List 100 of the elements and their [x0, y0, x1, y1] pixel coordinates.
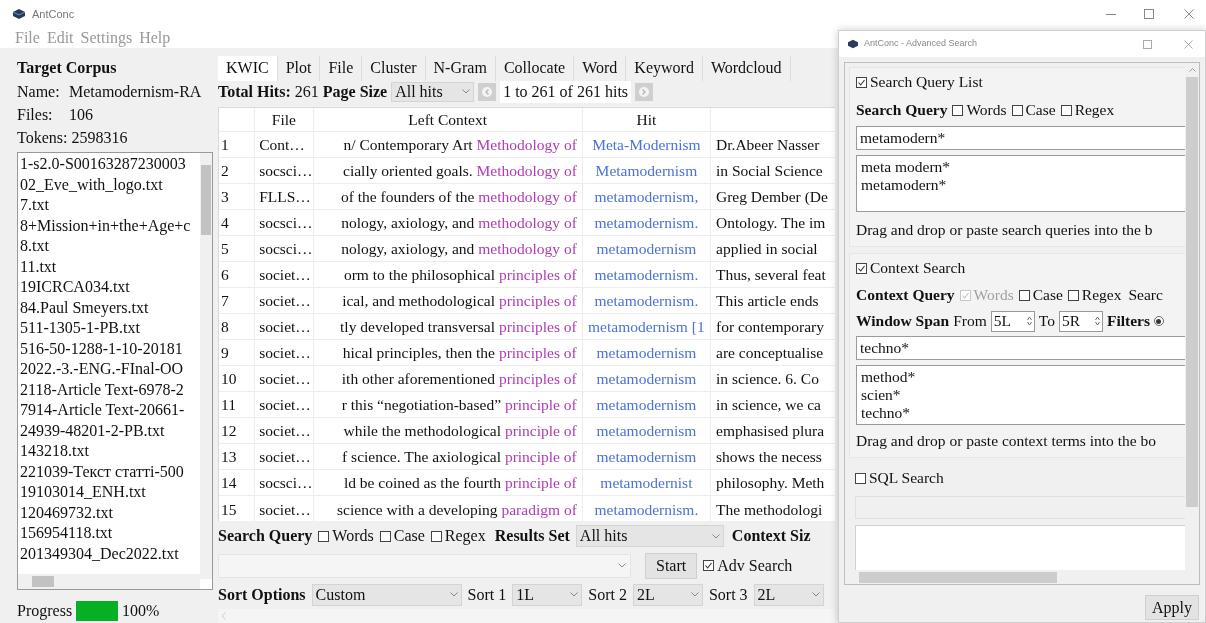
- table-cell: ith other aforementioned principles of: [313, 365, 583, 392]
- terms-list[interactable]: meta modern* metamodern*: [856, 155, 1186, 212]
- check-icon: [704, 561, 714, 571]
- sort-dropdown[interactable]: 2L: [632, 583, 703, 606]
- caret-icon: [711, 533, 720, 539]
- table-cell: societ…: [254, 287, 314, 314]
- file-list-item[interactable]: 19103014_ENH.txt: [20, 482, 198, 503]
- checkbox[interactable]: Case: [379, 524, 425, 549]
- table-cell: metamodernism.: [582, 495, 711, 522]
- list-item[interactable]: meta modern*: [861, 158, 1186, 176]
- checkbox[interactable]: Search Query List: [856, 68, 983, 96]
- file-list-item[interactable]: 1-s2.0-S00163287230003: [20, 154, 198, 175]
- spin-field[interactable]: 5R: [1058, 310, 1103, 332]
- spin-field[interactable]: 5L: [990, 310, 1035, 332]
- list-item[interactable]: techno*: [861, 404, 1186, 422]
- sort-options-dropdown[interactable]: Custom: [311, 583, 462, 606]
- file-list-item[interactable]: 120469732.txt: [20, 502, 198, 523]
- row-number: 14: [219, 469, 255, 496]
- checkbox[interactable]: Words: [952, 98, 1007, 122]
- horizontal-scrollbar[interactable]: [218, 609, 835, 623]
- start-button[interactable]: Start: [645, 552, 698, 579]
- sort-label: Sort 2: [588, 584, 627, 605]
- file-list-item[interactable]: 221039-Текст статті-500: [20, 461, 198, 482]
- file-list[interactable]: [17, 152, 213, 590]
- row-number: 2: [219, 157, 255, 184]
- table-cell: philosophy. Meth: [710, 469, 835, 496]
- file-list-item[interactable]: 201349304_Dec2022.txt: [20, 543, 198, 564]
- sort-dropdown[interactable]: 2L: [753, 583, 824, 606]
- scroll-left-icon[interactable]: [221, 612, 226, 620]
- table-cell: metamodernist: [582, 469, 711, 496]
- search-query-field[interactable]: [218, 553, 631, 578]
- file-list-item[interactable]: 156954118.txt: [20, 523, 198, 544]
- row-number: 5: [219, 235, 255, 262]
- checkbox[interactable]: Regex: [430, 524, 486, 549]
- apply-button[interactable]: Apply: [1145, 595, 1199, 620]
- checkbox[interactable]: SQL Search: [855, 464, 944, 492]
- row-number: 12: [219, 417, 255, 444]
- file-list-item[interactable]: 2118-Article Text-6978-2: [20, 379, 198, 400]
- search-query-input[interactable]: metamodern*: [856, 126, 1186, 150]
- table-cell: This article ends: [710, 287, 835, 314]
- spin-arrows-icon[interactable]: [1026, 316, 1032, 326]
- table-cell: r this “negotiation-based” principle of: [313, 391, 583, 418]
- maximize-icon[interactable]: [1143, 39, 1152, 49]
- scroll-up-icon[interactable]: [1188, 68, 1196, 72]
- tab[interactable]: KWIC: [218, 55, 278, 81]
- table-cell: societ…: [254, 261, 314, 288]
- checkbox[interactable]: Regex: [1060, 98, 1115, 122]
- list-item[interactable]: metamodern*: [861, 176, 1186, 194]
- file-list-item[interactable]: 02_Eve_with_logo.txt: [20, 174, 198, 195]
- row-number: 8: [219, 313, 255, 340]
- checkbox[interactable]: Context Search: [856, 254, 966, 282]
- file-list-item[interactable]: 24939-48201-2-PB.txt: [20, 420, 198, 441]
- spin-arrows-icon[interactable]: [1094, 316, 1100, 326]
- terms-list[interactable]: method* scien* techno*: [856, 365, 1186, 425]
- table-cell: in science. 6. Co: [710, 365, 835, 392]
- column-header: Left Context: [313, 107, 583, 132]
- results-set-dropdown[interactable]: All hits: [575, 525, 724, 548]
- row-number: 10: [219, 365, 255, 392]
- file-list-item[interactable]: 2022.-3.-ENG.-FInal-OO: [20, 359, 198, 380]
- previous-page-icon[interactable]: [478, 82, 497, 101]
- context-query-input[interactable]: techno*: [856, 336, 1186, 360]
- checkbox[interactable]: Adv Search: [703, 553, 793, 578]
- row-number: 6: [219, 261, 255, 288]
- minimize-icon[interactable]: [1106, 13, 1116, 15]
- maximize-icon[interactable]: [1144, 9, 1154, 19]
- table-cell: societ…: [254, 417, 314, 444]
- file-list-item[interactable]: 8.txt: [20, 236, 198, 257]
- sql-query-input[interactable]: [855, 496, 1186, 519]
- table-cell: Cont…: [254, 131, 314, 158]
- table-cell: emphasised plura: [710, 417, 835, 444]
- file-list-item[interactable]: 511-1305-1-PB.txt: [20, 318, 198, 339]
- list-item[interactable]: scien*: [861, 386, 1186, 404]
- checkbox[interactable]: Words: [318, 524, 374, 549]
- radio-button[interactable]: [1154, 316, 1164, 326]
- file-list-item[interactable]: 7914-Article Text-20661-: [20, 400, 198, 421]
- checkbox[interactable]: Case: [1018, 283, 1063, 307]
- table-cell: socsci…: [254, 157, 314, 184]
- table-cell: nology, axiology, and methodology of: [313, 235, 583, 262]
- file-list-item[interactable]: 84.Paul Smeyers.txt: [20, 297, 198, 318]
- hint-text: Drag and drop or paste context terms into the bo: [856, 431, 1158, 451]
- file-list-item[interactable]: 516-50-1288-1-10-20181: [20, 338, 198, 359]
- sort-dropdown[interactable]: 1L: [512, 583, 583, 606]
- page-size-dropdown[interactable]: All hits: [391, 81, 475, 102]
- file-list-item[interactable]: 7.txt: [20, 195, 198, 216]
- next-page-icon[interactable]: [635, 82, 654, 101]
- file-list-item[interactable]: 143218.txt: [20, 441, 198, 462]
- file-list-item[interactable]: 8+Mission+in+the+Age+c: [20, 215, 198, 236]
- vertical-scrollbar[interactable]: [200, 153, 212, 579]
- page-size-label: Page Size: [322, 81, 388, 103]
- table-cell: metamodernism: [582, 339, 711, 366]
- close-icon[interactable]: [1184, 9, 1194, 19]
- close-icon[interactable]: [1184, 39, 1193, 49]
- file-list-item[interactable]: 19ICRCA034.txt: [20, 277, 198, 298]
- check-icon: [857, 77, 866, 87]
- list-item[interactable]: method*: [861, 368, 1186, 386]
- table-cell: metamodernism: [582, 391, 711, 418]
- horizontal-scrollbar[interactable]: [18, 574, 200, 589]
- file-list-item[interactable]: 11.txt: [20, 256, 198, 277]
- checkbox[interactable]: Case: [1011, 98, 1056, 122]
- checkbox[interactable]: Regex: [1067, 283, 1122, 307]
